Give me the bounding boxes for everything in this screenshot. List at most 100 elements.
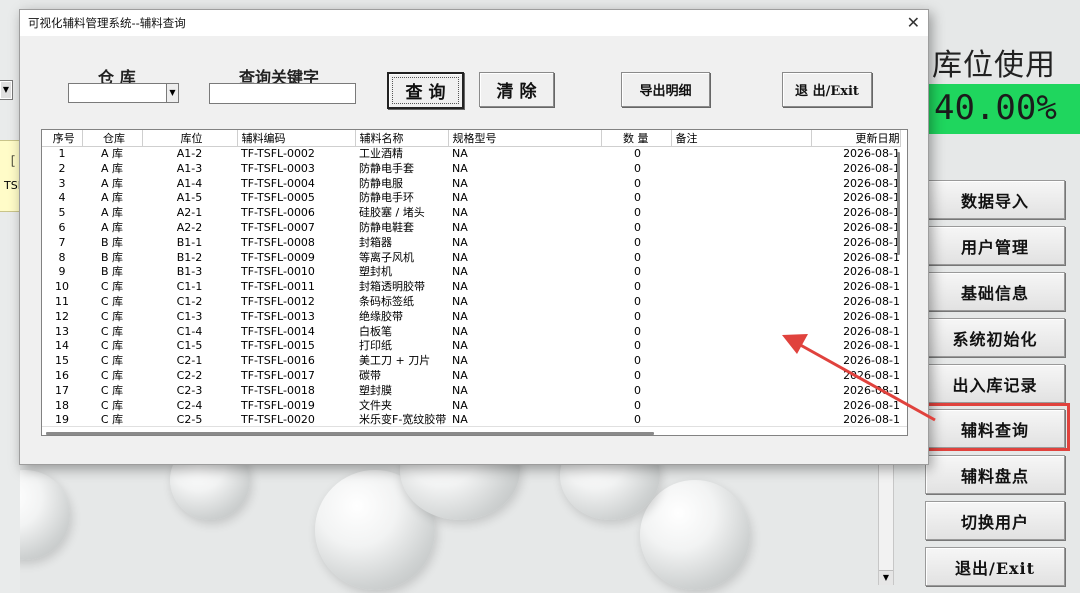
cell-warehouse: A 库 bbox=[100, 161, 124, 175]
cell-location: A1-4 bbox=[176, 176, 203, 190]
cell-seq: 14 bbox=[55, 339, 69, 353]
cell-name: 工业酒精 bbox=[359, 147, 403, 160]
cell-warehouse: B 库 bbox=[100, 235, 124, 249]
basic-info-button[interactable]: 基础信息 bbox=[925, 272, 1065, 311]
cell-warehouse: C 库 bbox=[100, 339, 124, 353]
clear-button-label: 清 除 bbox=[496, 82, 537, 102]
cell-warehouse: A 库 bbox=[100, 191, 124, 205]
switch-user-button[interactable]: 切换用户 bbox=[925, 501, 1065, 540]
cell-spec: NA bbox=[452, 294, 468, 308]
cell-date: 2026-08-1 bbox=[843, 280, 900, 294]
cell-seq: 3 bbox=[58, 176, 66, 190]
cell-note bbox=[671, 191, 811, 206]
cell-date: 2026-08-1 bbox=[843, 250, 900, 264]
header-name[interactable]: 辅料名称 bbox=[355, 130, 449, 147]
header-location[interactable]: 库位 bbox=[142, 130, 238, 147]
table-row[interactable]: 3 A 库 A1-4 TF-TSFL-0004 防静电服 NA 0 2026-08-1 bbox=[42, 176, 901, 192]
system-init-button[interactable]: 系统初始化 bbox=[925, 318, 1065, 357]
cell-note bbox=[671, 162, 811, 177]
cell-location: C1-1 bbox=[176, 280, 203, 294]
cell-warehouse: B 库 bbox=[100, 250, 124, 264]
header-date[interactable]: 更新日期 bbox=[811, 130, 901, 147]
cell-spec: NA bbox=[452, 398, 468, 412]
cell-note bbox=[671, 206, 811, 221]
cell-qty: 0 bbox=[634, 383, 641, 397]
cell-location: B1-1 bbox=[176, 235, 203, 249]
cell-spec: NA bbox=[452, 265, 468, 279]
header-warehouse[interactable]: 仓库 bbox=[82, 130, 143, 147]
cell-code: TF-TSFL-0008 bbox=[241, 235, 315, 249]
chevron-down-icon[interactable]: ▼ bbox=[879, 570, 893, 585]
cell-seq: 17 bbox=[55, 383, 69, 397]
cell-qty: 0 bbox=[634, 250, 641, 264]
cell-seq: 11 bbox=[55, 294, 69, 308]
header-seq[interactable]: 序号 bbox=[42, 130, 83, 147]
cell-date: 2026-08-1 bbox=[843, 294, 900, 308]
table-row[interactable]: 8 B 库 B1-2 TF-TSFL-0009 等离子风机 NA 0 2026-08-1 bbox=[42, 250, 901, 266]
cell-location: C1-3 bbox=[176, 309, 203, 323]
cell-name: 塑封机 bbox=[359, 265, 392, 279]
cell-warehouse: A 库 bbox=[100, 220, 124, 234]
cell-code: TF-TSFL-0007 bbox=[241, 220, 315, 234]
table-row[interactable]: 1 A 库 A1-2 TF-TSFL-0002 工业酒精 NA 0 2026-08-1 bbox=[42, 147, 901, 162]
header-code[interactable]: 辅料编码 bbox=[237, 130, 356, 147]
table-header: 序号 仓库 库位 辅料编码 辅料名称 规格型号数 量备注 更新日期 bbox=[42, 130, 901, 147]
header-spec[interactable]: 规格型号 bbox=[448, 130, 602, 147]
table-row[interactable]: 9 B 库 B1-3 TF-TSFL-0010 塑封机 NA 0 2026-08-1 bbox=[42, 265, 901, 280]
cell-date: 2026-08-1 bbox=[843, 265, 900, 279]
cell-seq: 12 bbox=[55, 309, 69, 323]
cell-seq: 4 bbox=[58, 191, 66, 205]
cell-name: 塑封膜 bbox=[359, 383, 392, 397]
cell-date: 2026-08-1 bbox=[843, 235, 900, 249]
cell-warehouse: C 库 bbox=[100, 368, 124, 382]
table-row[interactable]: 10 C 库 C1-1 TF-TSFL-0011 封箱透明胶带 NA 0 2026-08-1 bbox=[42, 280, 900, 295]
table-row[interactable]: 11 C 库 C1-2 TF-TSFL-0012 条码标签纸 NA 0 2026-08-1 bbox=[42, 295, 900, 310]
keyword-input[interactable] bbox=[209, 83, 356, 104]
table-row[interactable]: 4 A 库 A1-5 TF-TSFL-0005 防静电手环 NA 0 2026-08-1 bbox=[42, 191, 901, 206]
cell-name: 碳带 bbox=[359, 368, 381, 382]
cell-location: A1-5 bbox=[176, 191, 203, 205]
table-row[interactable]: 5 A 库 A2-1 TF-TSFL-0006 硅胶塞 / 堵头 NA 0 2026-08-1 bbox=[42, 206, 901, 221]
cell-spec: NA bbox=[452, 220, 468, 234]
cell-location: C1-5 bbox=[176, 339, 203, 353]
list-vertical-scrollbar[interactable] bbox=[897, 152, 900, 255]
cell-name: 防静电服 bbox=[359, 176, 403, 190]
header-note[interactable]: 备注 bbox=[671, 130, 812, 147]
material-inventory-button[interactable]: 辅料盘点 bbox=[925, 455, 1065, 494]
cell-name: 白板笔 bbox=[359, 324, 392, 338]
export-button[interactable]: 导出明细 bbox=[621, 72, 710, 107]
warehouse-select[interactable]: ▼ bbox=[68, 83, 179, 103]
cell-code: TF-TSFL-0013 bbox=[241, 309, 315, 323]
cell-location: B1-2 bbox=[176, 250, 203, 264]
inout-records-button[interactable]: 出入库记录 bbox=[925, 364, 1065, 403]
exit-button[interactable]: 退出/Exit bbox=[925, 547, 1065, 586]
cell-warehouse: C 库 bbox=[100, 309, 124, 323]
dialog-exit-button[interactable]: 退 出/Exit bbox=[782, 72, 872, 107]
close-icon[interactable]: ✕ bbox=[907, 13, 920, 32]
cell-warehouse: C 库 bbox=[100, 398, 124, 412]
cell-spec: NA bbox=[452, 250, 468, 264]
header-qty[interactable]: 数 量 bbox=[601, 130, 672, 147]
usage-value: 40.00% bbox=[934, 88, 1057, 128]
table-row[interactable]: 2 A 库 A1-3 TF-TSFL-0003 防静电手套 NA 0 2026-08-1 bbox=[42, 161, 901, 177]
data-import-button[interactable]: 数据导入 bbox=[925, 180, 1065, 219]
cell-qty: 0 bbox=[634, 191, 641, 205]
cell-seq: 7 bbox=[58, 235, 66, 249]
query-button-label: 查 询 bbox=[405, 83, 446, 103]
cell-qty: 0 bbox=[634, 354, 641, 368]
background-combo[interactable]: ▼ bbox=[0, 80, 13, 100]
query-button[interactable]: 查 询 bbox=[387, 72, 464, 109]
clear-button[interactable]: 清 除 bbox=[479, 72, 554, 107]
list-horizontal-scrollbar[interactable] bbox=[46, 432, 654, 435]
table-row[interactable]: 6 A 库 A2-2 TF-TSFL-0007 防静电鞋套 NA 0 2026-08-1 bbox=[42, 220, 901, 236]
cell-location: A2-1 bbox=[176, 206, 203, 220]
cell-warehouse: A 库 bbox=[100, 206, 124, 220]
background-sphere bbox=[640, 480, 750, 590]
cell-qty: 0 bbox=[634, 220, 641, 234]
cell-seq: 8 bbox=[58, 250, 66, 264]
chevron-down-icon[interactable]: ▼ bbox=[166, 83, 179, 103]
user-management-button[interactable]: 用户管理 bbox=[925, 226, 1065, 265]
cell-code: TF-TSFL-0002 bbox=[241, 147, 315, 160]
table-row[interactable]: 7 B 库 B1-1 TF-TSFL-0008 封箱器 NA 0 2026-08-1 bbox=[42, 235, 901, 251]
cell-warehouse: C 库 bbox=[100, 324, 124, 338]
